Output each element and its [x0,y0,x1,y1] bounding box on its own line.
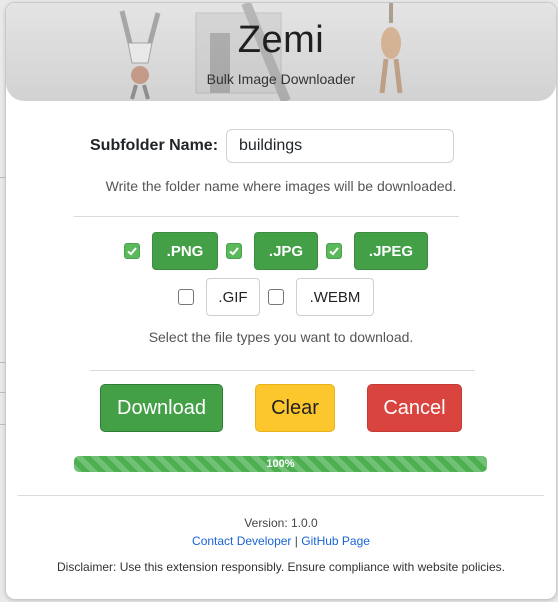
download-button[interactable]: Download [100,384,223,432]
clear-button[interactable]: Clear [255,384,335,432]
link-separator: | [294,534,298,548]
github-page-link[interactable]: GitHub Page [301,534,370,548]
version-text: Version: 1.0.0 [244,516,318,530]
app-title: Zemi [237,19,325,61]
webm-checkbox[interactable] [268,289,284,305]
gif-checkbox[interactable] [178,289,194,305]
jpeg-type-button[interactable]: .JPEG [354,232,428,270]
progress-fill: 100% [74,456,487,472]
subfolder-input[interactable] [226,129,455,163]
jpg-checkbox[interactable] [226,243,242,259]
jpeg-checkbox[interactable] [326,243,342,259]
jpg-type-button[interactable]: .JPG [254,232,318,270]
contact-developer-link[interactable]: Contact Developer [192,534,291,548]
file-type-help-text: Select the file types you want to downlo… [148,329,414,345]
checkmark-icon [229,247,239,256]
progress-label: 100% [266,458,295,470]
cancel-button[interactable]: Cancel [367,384,462,432]
file-type-row-secondary: .GIF .WEBM [178,278,382,316]
file-type-row-primary: .PNG .JPG .JPEG [124,232,436,270]
download-progress-bar: 100% [74,456,487,472]
divider [18,495,544,496]
subfolder-row: Subfolder Name: [90,127,455,165]
checkmark-icon [329,247,339,256]
subfolder-help-text: Write the folder name where images will … [105,178,457,194]
checkmark-icon [127,247,137,256]
subfolder-label: Subfolder Name: [90,137,219,154]
webm-type-button[interactable]: .WEBM [296,278,374,316]
header-banner: Zemi Bulk Image Downloader [6,3,556,101]
png-checkbox[interactable] [124,243,140,259]
extension-popup: Zemi Bulk Image Downloader Subfolder Nam… [5,2,557,600]
app-subtitle: Bulk Image Downloader [206,71,356,87]
gif-type-button[interactable]: .GIF [206,278,260,316]
footer-links: Contact Developer | GitHub Page [6,534,556,548]
divider [90,370,475,371]
divider [74,216,459,217]
png-type-button[interactable]: .PNG [152,232,218,270]
disclaimer-text: Disclaimer: Use this extension responsib… [57,560,505,574]
